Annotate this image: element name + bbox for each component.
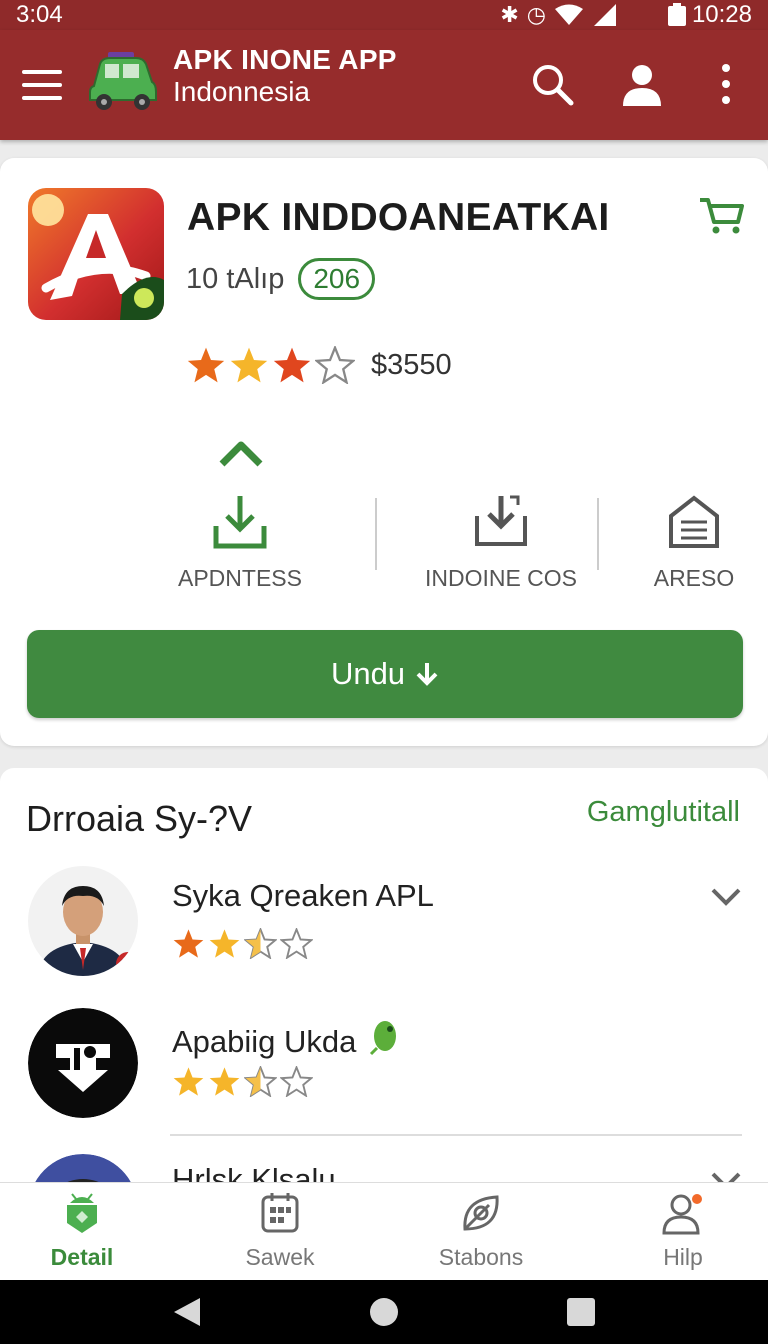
divider	[375, 498, 377, 570]
star-full-icon	[209, 929, 240, 958]
app-price: $3550	[371, 348, 452, 381]
download-button[interactable]: Undu	[27, 630, 743, 718]
battery-icon	[668, 3, 686, 26]
nav-detail[interactable]: Detail	[2, 1191, 162, 1271]
star-half-icon	[244, 1066, 277, 1097]
nav-sawek[interactable]: Sawek	[200, 1191, 360, 1271]
rating-row: $3550	[186, 346, 452, 384]
app-bar-subtitle: Indonnesia	[173, 76, 311, 107]
bottom-nav: Detail Sawek Stabons Hilp	[0, 1182, 768, 1280]
action-indoine-cos[interactable]: INDOINE COS	[420, 494, 582, 592]
app-meta-text: 10 tAlıp	[186, 262, 285, 295]
bluetooth-icon: ✱	[500, 2, 519, 27]
app-meta: 10 tAlıp 206	[186, 258, 376, 300]
item-rating-stars	[172, 1066, 313, 1097]
person-icon	[662, 1194, 702, 1235]
download-button-label: Undu	[330, 656, 406, 691]
action-areso[interactable]: ARESO	[634, 494, 754, 592]
rating-stars	[186, 346, 355, 384]
back-icon[interactable]	[172, 1296, 202, 1328]
status-time-left: 3:04	[16, 1, 63, 28]
account-icon[interactable]	[620, 62, 664, 106]
star-full-icon	[209, 1067, 240, 1096]
item-name: Syka Qreaken APL	[172, 878, 434, 913]
recents-icon[interactable]	[566, 1297, 596, 1327]
star-empty-icon	[280, 1066, 313, 1097]
list-item[interactable]: Syka Qreaken APL	[0, 860, 768, 990]
nav-label: Stabons	[438, 1244, 524, 1270]
home-icon[interactable]	[368, 1296, 400, 1328]
tray-download-icon	[475, 495, 527, 546]
star-empty-icon	[315, 346, 355, 384]
nav-hilp[interactable]: Hilp	[603, 1191, 763, 1271]
status-icons: ✱ ◷	[500, 2, 618, 28]
star-empty-icon	[280, 928, 313, 959]
status-time-right: 10:28	[691, 1, 752, 28]
nav-label: Hilp	[663, 1244, 703, 1270]
home-doc-icon	[669, 495, 719, 548]
related-section: Drroaia Sy-?V Gamglutitall Syka Qreaken …	[0, 768, 768, 1188]
avatar	[28, 1008, 138, 1118]
alarm-icon: ◷	[526, 2, 546, 27]
list-item[interactable]: Apabiig Ukda	[0, 1002, 768, 1132]
avatar	[28, 866, 138, 976]
item-name: Apabiig Ukda	[172, 1016, 403, 1060]
status-bar: 3:04 ✱ ◷ 10:28	[0, 0, 768, 30]
section-title: Drroaia Sy-?V	[26, 798, 253, 839]
more-vert-icon[interactable]	[704, 62, 748, 106]
star-half-icon	[244, 928, 277, 959]
app-bar: APK INONE APP Indonnesia	[0, 30, 768, 140]
item-rating-stars	[172, 928, 313, 959]
nav-stabons[interactable]: Stabons	[401, 1191, 561, 1271]
app-name: APK INDDOANEATKAI	[187, 196, 610, 239]
star-full-icon	[230, 347, 268, 383]
action-row: APDNTESS INDOINE COS ARESO	[0, 494, 768, 614]
star-half-icon	[273, 347, 311, 383]
lizard-icon	[369, 1021, 397, 1056]
app-detail-card: APK INDDOANEATKAI 10 tAlıp 206 $3550 APD…	[0, 158, 768, 746]
menu-icon[interactable]	[22, 70, 62, 100]
download-icon	[213, 496, 267, 549]
android-icon	[67, 1193, 97, 1233]
calendar-icon	[261, 1193, 299, 1233]
version-badge: 206	[298, 258, 376, 300]
arrow-down-icon	[416, 663, 438, 686]
star-full-icon	[173, 1067, 204, 1096]
cart-icon[interactable]	[696, 196, 746, 236]
leaf-icon	[463, 1195, 499, 1231]
action-label: INDOINE COS	[424, 565, 578, 591]
star-full-icon	[187, 347, 225, 383]
app-logo-icon	[28, 188, 164, 320]
system-nav-bar	[0, 1280, 768, 1344]
action-label: APDNTESS	[178, 565, 302, 591]
nav-label: Detail	[50, 1244, 114, 1270]
action-label: ARESO	[653, 565, 735, 591]
search-icon[interactable]	[530, 62, 574, 106]
wifi-icon	[555, 4, 583, 25]
section-see-all-link[interactable]: Gamglutitall	[587, 796, 740, 829]
star-full-icon	[173, 929, 204, 958]
nav-label: Sawek	[245, 1244, 315, 1270]
divider	[597, 498, 599, 570]
action-apdntess[interactable]: APDNTESS	[160, 494, 320, 592]
app-bar-title: APK INONE APP	[173, 44, 397, 75]
divider	[170, 1134, 742, 1136]
item-name-text: Apabiig Ukda	[172, 1024, 357, 1059]
chevron-down-icon[interactable]	[710, 886, 742, 908]
signal-icon	[594, 4, 616, 26]
car-logo-icon	[89, 52, 157, 110]
chevron-up-icon[interactable]	[218, 438, 264, 468]
